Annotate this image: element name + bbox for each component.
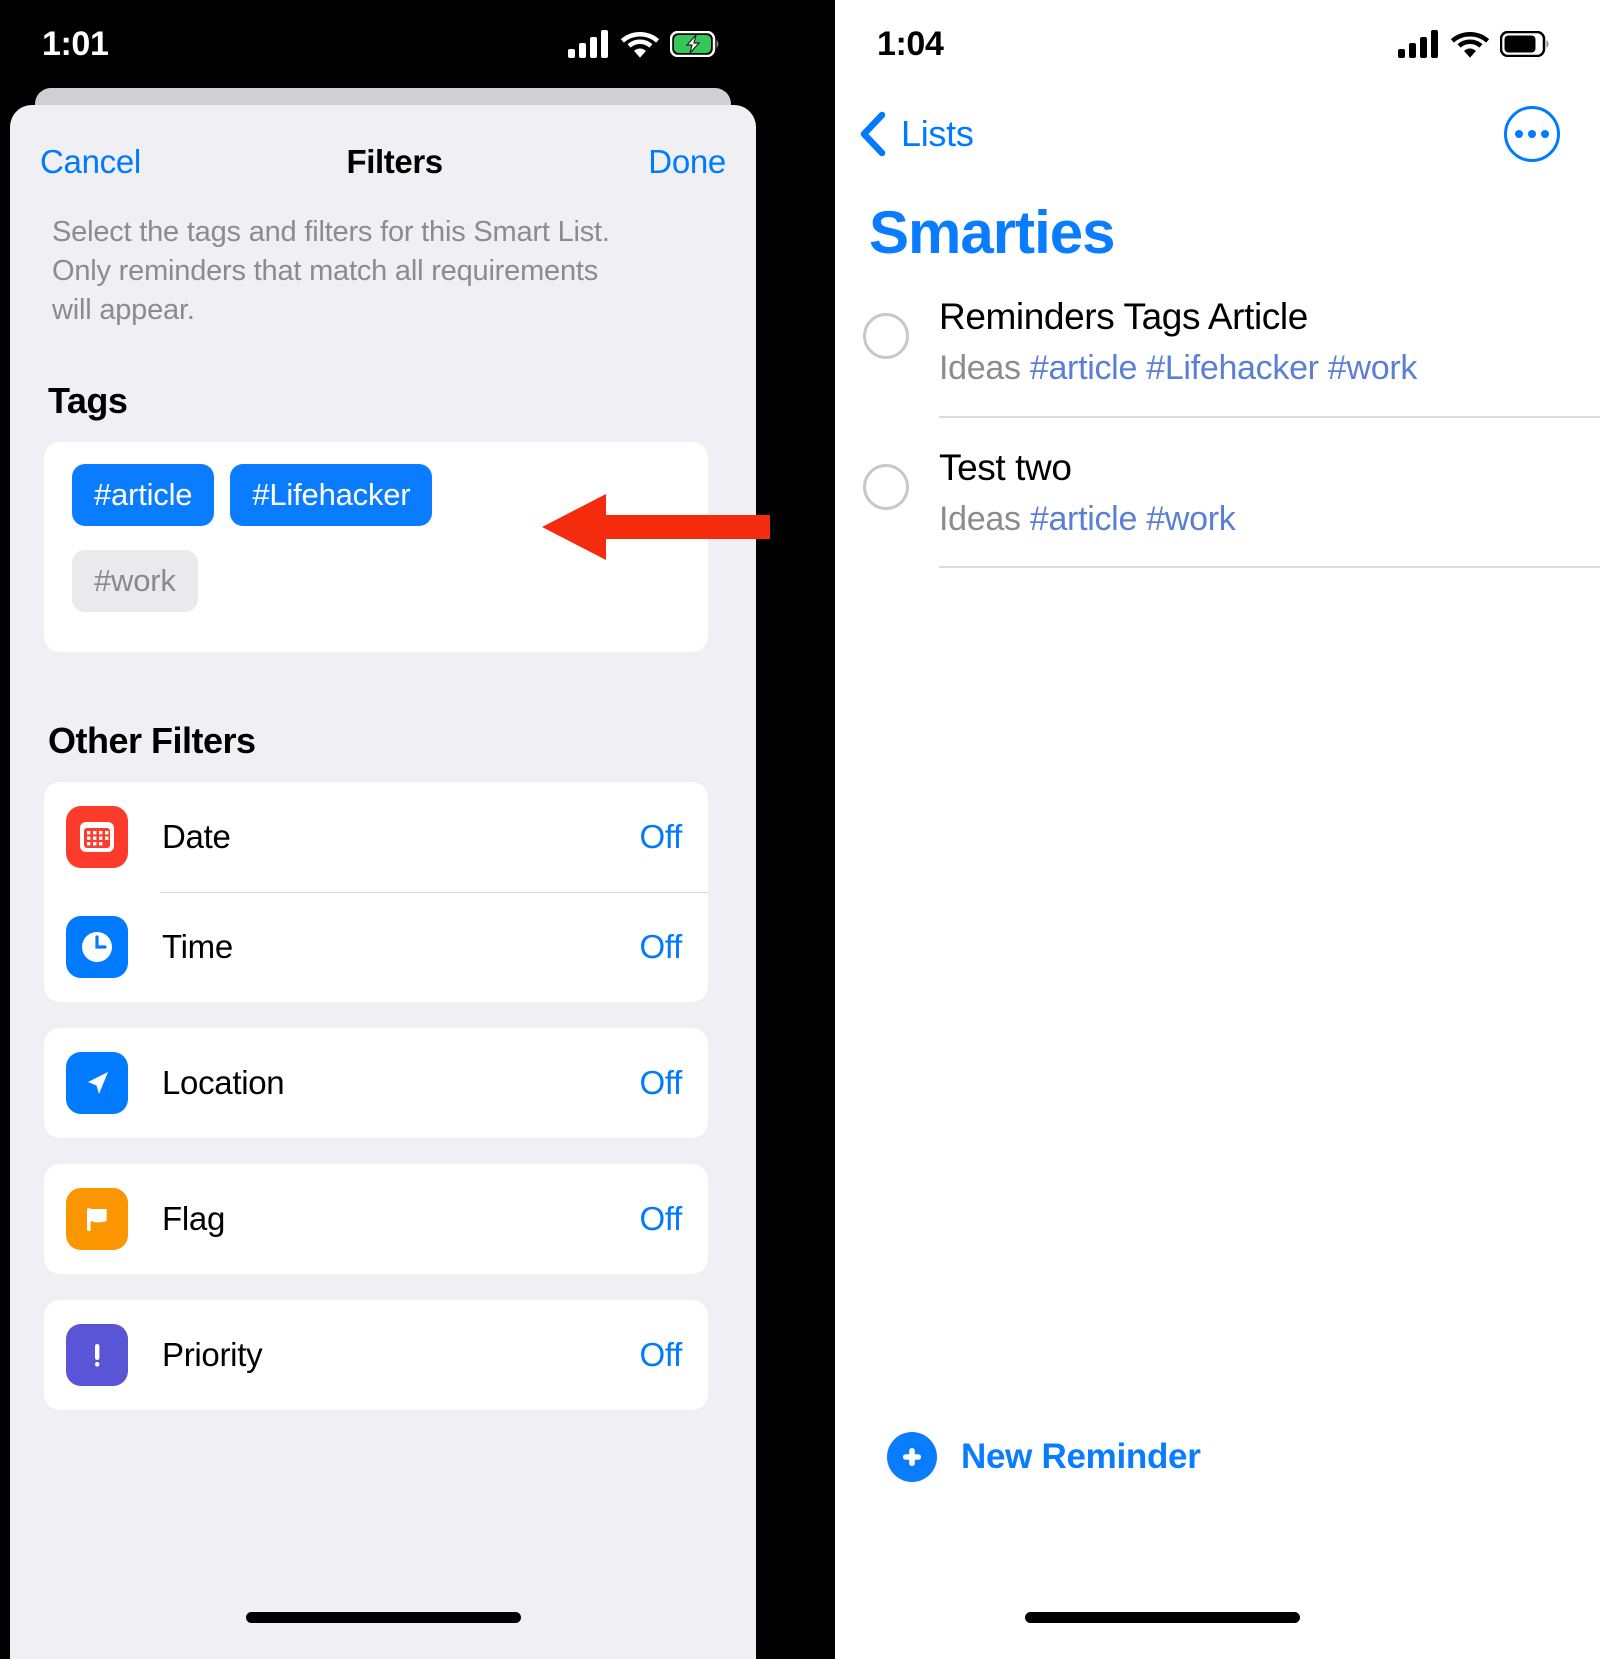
filter-group-priority: Priority Off — [44, 1299, 708, 1410]
home-indicator-left — [246, 1612, 521, 1623]
clock-icon — [66, 915, 128, 978]
reminder-tag: #article — [1029, 349, 1138, 388]
filter-row-location[interactable]: Location Off — [44, 1028, 708, 1138]
reminder-body: Test two Ideas #article #work — [939, 444, 1600, 569]
flag-icon — [66, 1187, 128, 1250]
reminder-subtitle: Ideas #article #Lifehacker #work — [939, 347, 1600, 390]
back-to-lists-button[interactable]: Lists — [857, 108, 974, 160]
filters-sheet: Cancel Filters Done Select the tags and … — [10, 105, 756, 1659]
filter-group-location: Location Off — [44, 1027, 708, 1138]
more-dot — [1541, 130, 1549, 138]
filter-label-date: Date — [162, 817, 231, 855]
sheet-description: Select the tags and filters for this Sma… — [52, 216, 610, 326]
page-title: Smarties — [869, 199, 1115, 266]
filter-value-time[interactable]: Off — [639, 928, 682, 966]
tags-section-heading: Tags — [48, 379, 128, 421]
filter-group-datetime: Date Off Time Off — [44, 781, 708, 1002]
new-reminder-label: New Reminder — [961, 1437, 1201, 1476]
filter-group-flag: Flag Off — [44, 1163, 708, 1274]
list-item[interactable]: Reminders Tags Article Ideas #article #L… — [835, 293, 1600, 418]
reminder-title: Test two — [939, 446, 1072, 488]
more-dot — [1528, 130, 1536, 138]
tag-chip-lifehacker[interactable]: #Lifehacker — [230, 463, 433, 526]
location-arrow-icon — [66, 1051, 128, 1114]
status-time: 1:01 — [42, 24, 109, 63]
right-phone-screen: 1:04 Lists Smarties Reminders Tags Artic… — [835, 0, 1600, 1659]
reminder-tag: #Lifehacker — [1146, 349, 1319, 388]
cellular-signal-icon — [1398, 30, 1438, 58]
reminder-tag: #work — [1327, 349, 1418, 388]
cancel-button[interactable]: Cancel — [40, 143, 141, 181]
panel-divider — [766, 0, 835, 1659]
plus-circle-icon — [887, 1432, 937, 1482]
reminder-list-name: Ideas — [939, 349, 1021, 388]
battery-icon — [1500, 31, 1549, 57]
list-item[interactable]: Test two Ideas #article #work — [835, 444, 1600, 569]
filter-label-priority: Priority — [162, 1335, 263, 1373]
more-options-icon[interactable] — [1504, 106, 1560, 162]
wifi-icon — [621, 32, 659, 58]
sheet-nav-bar: Cancel Filters Done — [10, 105, 756, 203]
reminder-tag: #article — [1029, 499, 1138, 538]
status-indicators — [1398, 29, 1550, 59]
filter-label-time: Time — [162, 927, 233, 965]
reminder-title: Reminders Tags Article — [939, 296, 1308, 337]
filter-row-date[interactable]: Date Off — [44, 782, 708, 892]
reminder-list-name: Ideas — [939, 499, 1021, 538]
calendar-icon — [66, 805, 128, 868]
wifi-icon — [1451, 32, 1489, 58]
reminder-body: Reminders Tags Article Ideas #article #L… — [939, 293, 1600, 418]
filter-value-flag[interactable]: Off — [639, 1200, 682, 1238]
reminder-tag: #work — [1146, 499, 1236, 538]
filter-label-flag: Flag — [162, 1199, 225, 1237]
chevron-left-icon — [860, 111, 886, 157]
new-reminder-button[interactable]: New Reminder — [887, 1432, 1201, 1482]
annotation-arrow — [540, 490, 770, 564]
exclamation-icon — [66, 1323, 128, 1386]
right-nav-bar: Lists — [835, 88, 1600, 172]
home-indicator-right — [1025, 1612, 1300, 1623]
sheet-title: Filters — [346, 143, 444, 180]
more-dot — [1515, 130, 1523, 138]
tag-chip-work[interactable]: #work — [72, 549, 198, 612]
left-phone-screen: 1:01 Cancel Filters Done Select the tags… — [0, 0, 766, 1659]
filter-value-location[interactable]: Off — [639, 1064, 682, 1102]
right-status-bar: 1:04 — [835, 0, 1600, 88]
tag-chip-article[interactable]: #article — [72, 463, 215, 526]
reminder-checkbox[interactable] — [863, 313, 909, 359]
done-button[interactable]: Done — [648, 143, 726, 181]
cellular-signal-icon — [568, 30, 608, 58]
reminder-subtitle: Ideas #article #work — [939, 498, 1600, 541]
filter-row-time[interactable]: Time Off — [44, 891, 708, 1002]
screenshot-stage: 1:01 Cancel Filters Done Select the tags… — [0, 0, 1600, 1659]
reminder-checkbox[interactable] — [863, 463, 909, 510]
back-label: Lists — [901, 113, 974, 154]
battery-charging-icon — [670, 31, 719, 57]
status-indicators — [568, 29, 720, 59]
status-time: 1:04 — [877, 24, 944, 63]
other-filters-section-heading: Other Filters — [48, 719, 256, 761]
filter-value-date[interactable]: Off — [639, 818, 682, 856]
left-status-bar: 1:01 — [0, 0, 766, 88]
filter-value-priority[interactable]: Off — [639, 1336, 682, 1374]
filter-row-flag[interactable]: Flag Off — [44, 1164, 708, 1274]
filter-label-location: Location — [162, 1063, 285, 1101]
filter-row-priority[interactable]: Priority Off — [44, 1300, 708, 1410]
